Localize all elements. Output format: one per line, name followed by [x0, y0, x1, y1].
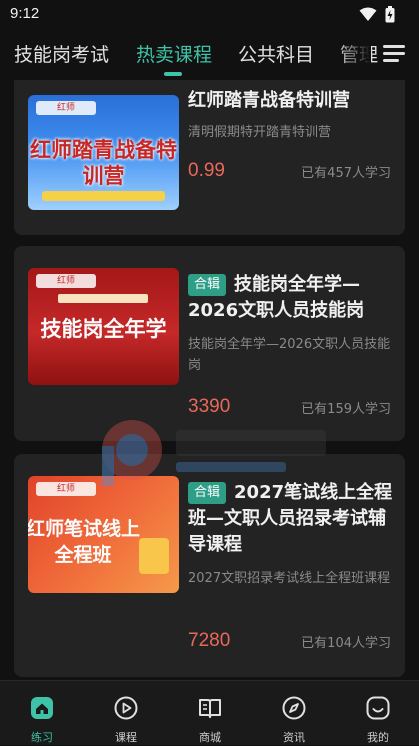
course-title: 红师踏青战备特训营 [188, 90, 350, 111]
thumbnail-headline: 红师踏青战备特训营 [30, 138, 177, 188]
bottom-navigation: 练习 课程 商城 资讯 我的 [0, 680, 419, 745]
book-icon [199, 699, 221, 718]
course-price: 0.99 [188, 160, 225, 181]
course-subtitle: 清明假期特开踏青特训营 [188, 125, 332, 140]
nav-shop[interactable]: 商城 [168, 681, 252, 746]
nav-label: 练习 [31, 731, 53, 744]
logo-badge: 红师 [36, 482, 96, 496]
course-title: 合辑 技能岗全年学—2026文职人员技能岗 [188, 274, 365, 321]
course-card[interactable]: 红师 红师踏青战备特训营 红师踏青战备特训营 清明假期特开踏青特训营 0.99 … [14, 80, 405, 235]
tab-public-subjects[interactable]: 公共科目 [238, 40, 314, 67]
nav-label: 我的 [367, 731, 389, 744]
nav-courses[interactable]: 课程 [84, 681, 168, 746]
course-title: 合辑 2027笔试线上全程班—文职人员招录考试辅导课程 [188, 482, 393, 555]
collection-tag: 合辑 [188, 482, 227, 504]
battery-icon [385, 6, 395, 23]
home-icon [31, 697, 53, 719]
thumbnail-decoration [139, 538, 169, 574]
course-thumbnail: 红师 技能岗全年学 [28, 268, 179, 385]
thumbnail-ribbon [58, 294, 148, 303]
smile-icon [366, 696, 390, 720]
learner-count: 已有159人学习 [301, 402, 391, 417]
status-bar: 9:12 [0, 0, 419, 30]
course-subtitle: 2027文职招录考试线上全程班课程 [188, 571, 391, 586]
compass-icon [282, 696, 306, 720]
course-thumbnail: 红师 红师笔试线上全程班 [28, 476, 179, 593]
wifi-icon [359, 7, 377, 21]
nav-news[interactable]: 资讯 [252, 681, 336, 746]
tab-skill-exam[interactable]: 技能岗考试 [14, 40, 109, 67]
active-tab-indicator [164, 72, 182, 76]
thumbnail-headline: 红师笔试线上全程班 [28, 518, 140, 566]
nav-profile[interactable]: 我的 [336, 681, 419, 746]
thumbnail-headline: 技能岗全年学 [40, 317, 167, 341]
nav-label: 商城 [199, 731, 221, 744]
nav-label: 资讯 [283, 731, 305, 744]
course-subtitle: 技能岗全年学—2026文职人员技能岗 [188, 337, 391, 373]
course-list: 红师 红师踏青战备特训营 红师踏青战备特训营 清明假期特开踏青特训营 0.99 … [0, 80, 419, 680]
logo-badge: 红师 [36, 274, 96, 288]
collection-tag: 合辑 [188, 274, 227, 296]
category-menu-button[interactable] [381, 40, 409, 68]
tab-fade [335, 30, 371, 80]
course-card[interactable]: 红师 红师笔试线上全程班 合辑 2027笔试线上全程班—文职人员招录考试辅导课程 … [14, 454, 405, 677]
course-price: 3390 [188, 396, 231, 417]
status-icons [359, 6, 395, 23]
course-thumbnail: 红师 红师踏青战备特训营 [28, 95, 179, 210]
nav-label: 课程 [115, 731, 137, 744]
status-time: 9:12 [10, 5, 40, 22]
play-circle-icon [114, 696, 138, 720]
nav-practice[interactable]: 练习 [0, 681, 84, 746]
learner-count: 已有457人学习 [301, 166, 391, 181]
thumbnail-ribbon [42, 191, 165, 201]
logo-badge: 红师 [36, 101, 96, 115]
tab-hot-courses[interactable]: 热卖课程 [136, 40, 212, 67]
learner-count: 已有104人学习 [301, 636, 391, 651]
course-price: 7280 [188, 630, 231, 651]
course-card[interactable]: 红师 技能岗全年学 合辑 技能岗全年学—2026文职人员技能岗 技能岗全年学—20… [14, 246, 405, 441]
